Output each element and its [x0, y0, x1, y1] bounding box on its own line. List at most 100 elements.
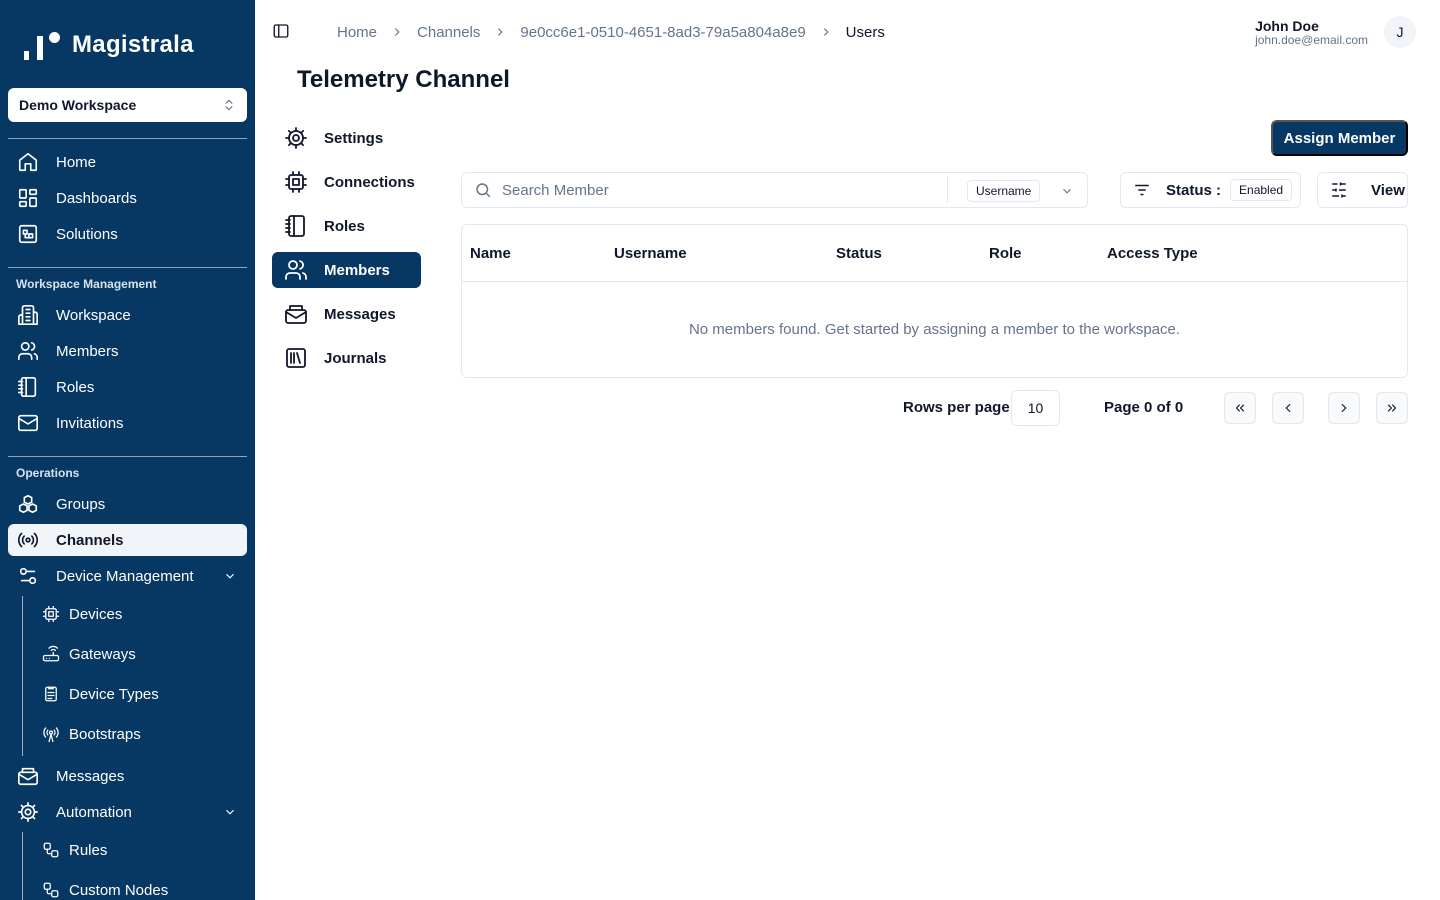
sidebar-item-label: Gateways — [69, 645, 136, 663]
sidebar-item-label: Custom Nodes — [69, 881, 169, 899]
column-header-username[interactable]: Username — [614, 245, 687, 262]
first-page-button[interactable] — [1224, 392, 1256, 424]
view-options-button[interactable]: View — [1317, 172, 1408, 208]
chevron-down-icon[interactable] — [1060, 184, 1074, 198]
breadcrumb-channels[interactable]: Channels — [417, 24, 480, 41]
sidebar-subitem-device-types[interactable]: Device Types — [33, 678, 247, 710]
last-page-button[interactable] — [1376, 392, 1408, 424]
sidebar-item-dashboards[interactable]: Dashboards — [8, 182, 247, 214]
rows-per-page-select[interactable]: 10 — [1011, 390, 1060, 426]
chevron-right-icon — [493, 25, 507, 39]
column-header-name[interactable]: Name — [470, 245, 511, 262]
sidebar-subitem-gateways[interactable]: Gateways — [33, 638, 247, 670]
router-icon — [41, 644, 61, 664]
dashboard-icon — [16, 186, 40, 210]
notebook-icon — [284, 214, 308, 238]
search-bar: Username — [461, 172, 1088, 208]
sidebar-item-label: Bootstraps — [69, 725, 141, 743]
sidebar-item-label: Device Types — [69, 685, 159, 703]
user-info[interactable]: John Doe john.doe@email.com — [1255, 18, 1368, 47]
sidebar-subitem-devices[interactable]: Devices — [33, 598, 247, 630]
status-filter-label: Status : — [1166, 181, 1222, 199]
sidebar-subitem-rules[interactable]: Rules — [33, 834, 247, 866]
home-icon — [16, 150, 40, 174]
sidebar-item-automation[interactable]: Automation — [8, 796, 247, 828]
sidebar-divider — [8, 456, 247, 457]
page-info: Page 0 of 0 — [1104, 399, 1184, 416]
sidebar-subitem-bootstraps[interactable]: Bootstraps — [33, 718, 247, 750]
status-filter-button[interactable]: Status : Enabled — [1120, 172, 1301, 208]
user-name: John Doe — [1255, 18, 1319, 34]
submenu-guide-line — [22, 832, 23, 900]
notebook-icon — [16, 375, 40, 399]
sidebar-item-label: Messages — [56, 767, 125, 785]
sidebar-item-invitations[interactable]: Invitations — [8, 407, 247, 439]
brand-name: Magistrala — [72, 31, 194, 58]
next-page-button[interactable] — [1328, 392, 1360, 424]
filter-icon — [1133, 181, 1151, 199]
sidebar: Magistrala Demo Workspace Home Dashboard… — [0, 0, 255, 900]
mail-open-icon — [284, 302, 308, 326]
brand-logo[interactable]: Magistrala — [24, 30, 194, 60]
channel-nav-settings[interactable]: Settings — [272, 120, 421, 156]
sidebar-item-label: Device Management — [56, 567, 194, 585]
sidebar-item-label: Workspace — [56, 306, 131, 324]
breadcrumb-channel-id[interactable]: 9e0cc6e1-0510-4651-8ad3-79a5a804a8e9 — [520, 24, 805, 41]
gear-icon — [16, 800, 40, 824]
column-header-role[interactable]: Role — [989, 245, 1022, 262]
sidebar-item-home[interactable]: Home — [8, 146, 247, 178]
sidebar-item-roles[interactable]: Roles — [8, 371, 247, 403]
sidebar-item-solutions[interactable]: Solutions — [8, 218, 247, 250]
sidebar-item-label: Groups — [56, 495, 106, 513]
sidebar-item-label: Home — [56, 153, 97, 171]
sidebar-item-groups[interactable]: Groups — [8, 488, 247, 520]
sidebar-item-workspace[interactable]: Workspace — [8, 299, 247, 331]
sidebar-item-label: Channels — [56, 531, 124, 549]
sidebar-item-channels[interactable]: Channels — [8, 524, 247, 556]
channel-nav-roles[interactable]: Roles — [272, 208, 421, 244]
search-field-select[interactable]: Username — [967, 180, 1041, 202]
mail-open-icon — [16, 764, 40, 788]
section-label-operations: Operations — [16, 466, 80, 480]
avatar[interactable]: J — [1384, 16, 1416, 48]
channel-nav-members[interactable]: Members — [272, 252, 421, 288]
sidebar-item-label: Roles — [56, 378, 95, 396]
channel-nav-journals[interactable]: Journals — [272, 340, 421, 376]
sidebar-item-label: Devices — [69, 605, 123, 623]
settings-sliders-icon — [16, 564, 40, 588]
channel-nav-label: Settings — [324, 129, 384, 147]
previous-page-button[interactable] — [1272, 392, 1304, 424]
library-icon — [284, 346, 308, 370]
users-icon — [284, 258, 308, 282]
search-icon — [474, 181, 492, 199]
channel-nav-messages[interactable]: Messages — [272, 296, 421, 332]
breadcrumb-home[interactable]: Home — [337, 24, 377, 41]
chevron-down-icon[interactable] — [223, 805, 237, 819]
sidebar-toggle-button[interactable] — [272, 22, 292, 42]
workspace-select[interactable]: Demo Workspace — [8, 88, 247, 122]
search-input[interactable] — [502, 181, 932, 199]
channel-nav-connections[interactable]: Connections — [272, 164, 421, 200]
sidebar-subitem-custom-nodes[interactable]: Custom Nodes — [33, 874, 247, 900]
chevrons-left-icon — [1235, 404, 1245, 412]
sidebar-item-label: Rules — [69, 841, 108, 859]
column-header-status[interactable]: Status — [836, 245, 882, 262]
panel-left-icon — [273, 24, 289, 38]
breadcrumb: Home Channels 9e0cc6e1-0510-4651-8ad3-79… — [337, 22, 885, 42]
assign-member-button[interactable]: Assign Member — [1271, 120, 1408, 156]
search-divider — [947, 177, 948, 203]
user-email: john.doe@email.com — [1255, 33, 1368, 47]
logo-mark-icon — [24, 30, 62, 60]
cpu-icon — [284, 170, 308, 194]
gear-icon — [284, 126, 308, 150]
building-icon — [16, 303, 40, 327]
sidebar-item-device-management[interactable]: Device Management — [8, 560, 247, 592]
sidebar-item-messages[interactable]: Messages — [8, 760, 247, 792]
sidebar-item-members[interactable]: Members — [8, 335, 247, 367]
solutions-icon — [16, 222, 40, 246]
column-header-access-type[interactable]: Access Type — [1107, 245, 1198, 262]
channel-nav-label: Journals — [324, 349, 387, 367]
workspace-select-value: Demo Workspace — [19, 97, 137, 113]
chevrons-up-down-icon — [225, 99, 233, 111]
chevron-down-icon[interactable] — [223, 569, 237, 583]
